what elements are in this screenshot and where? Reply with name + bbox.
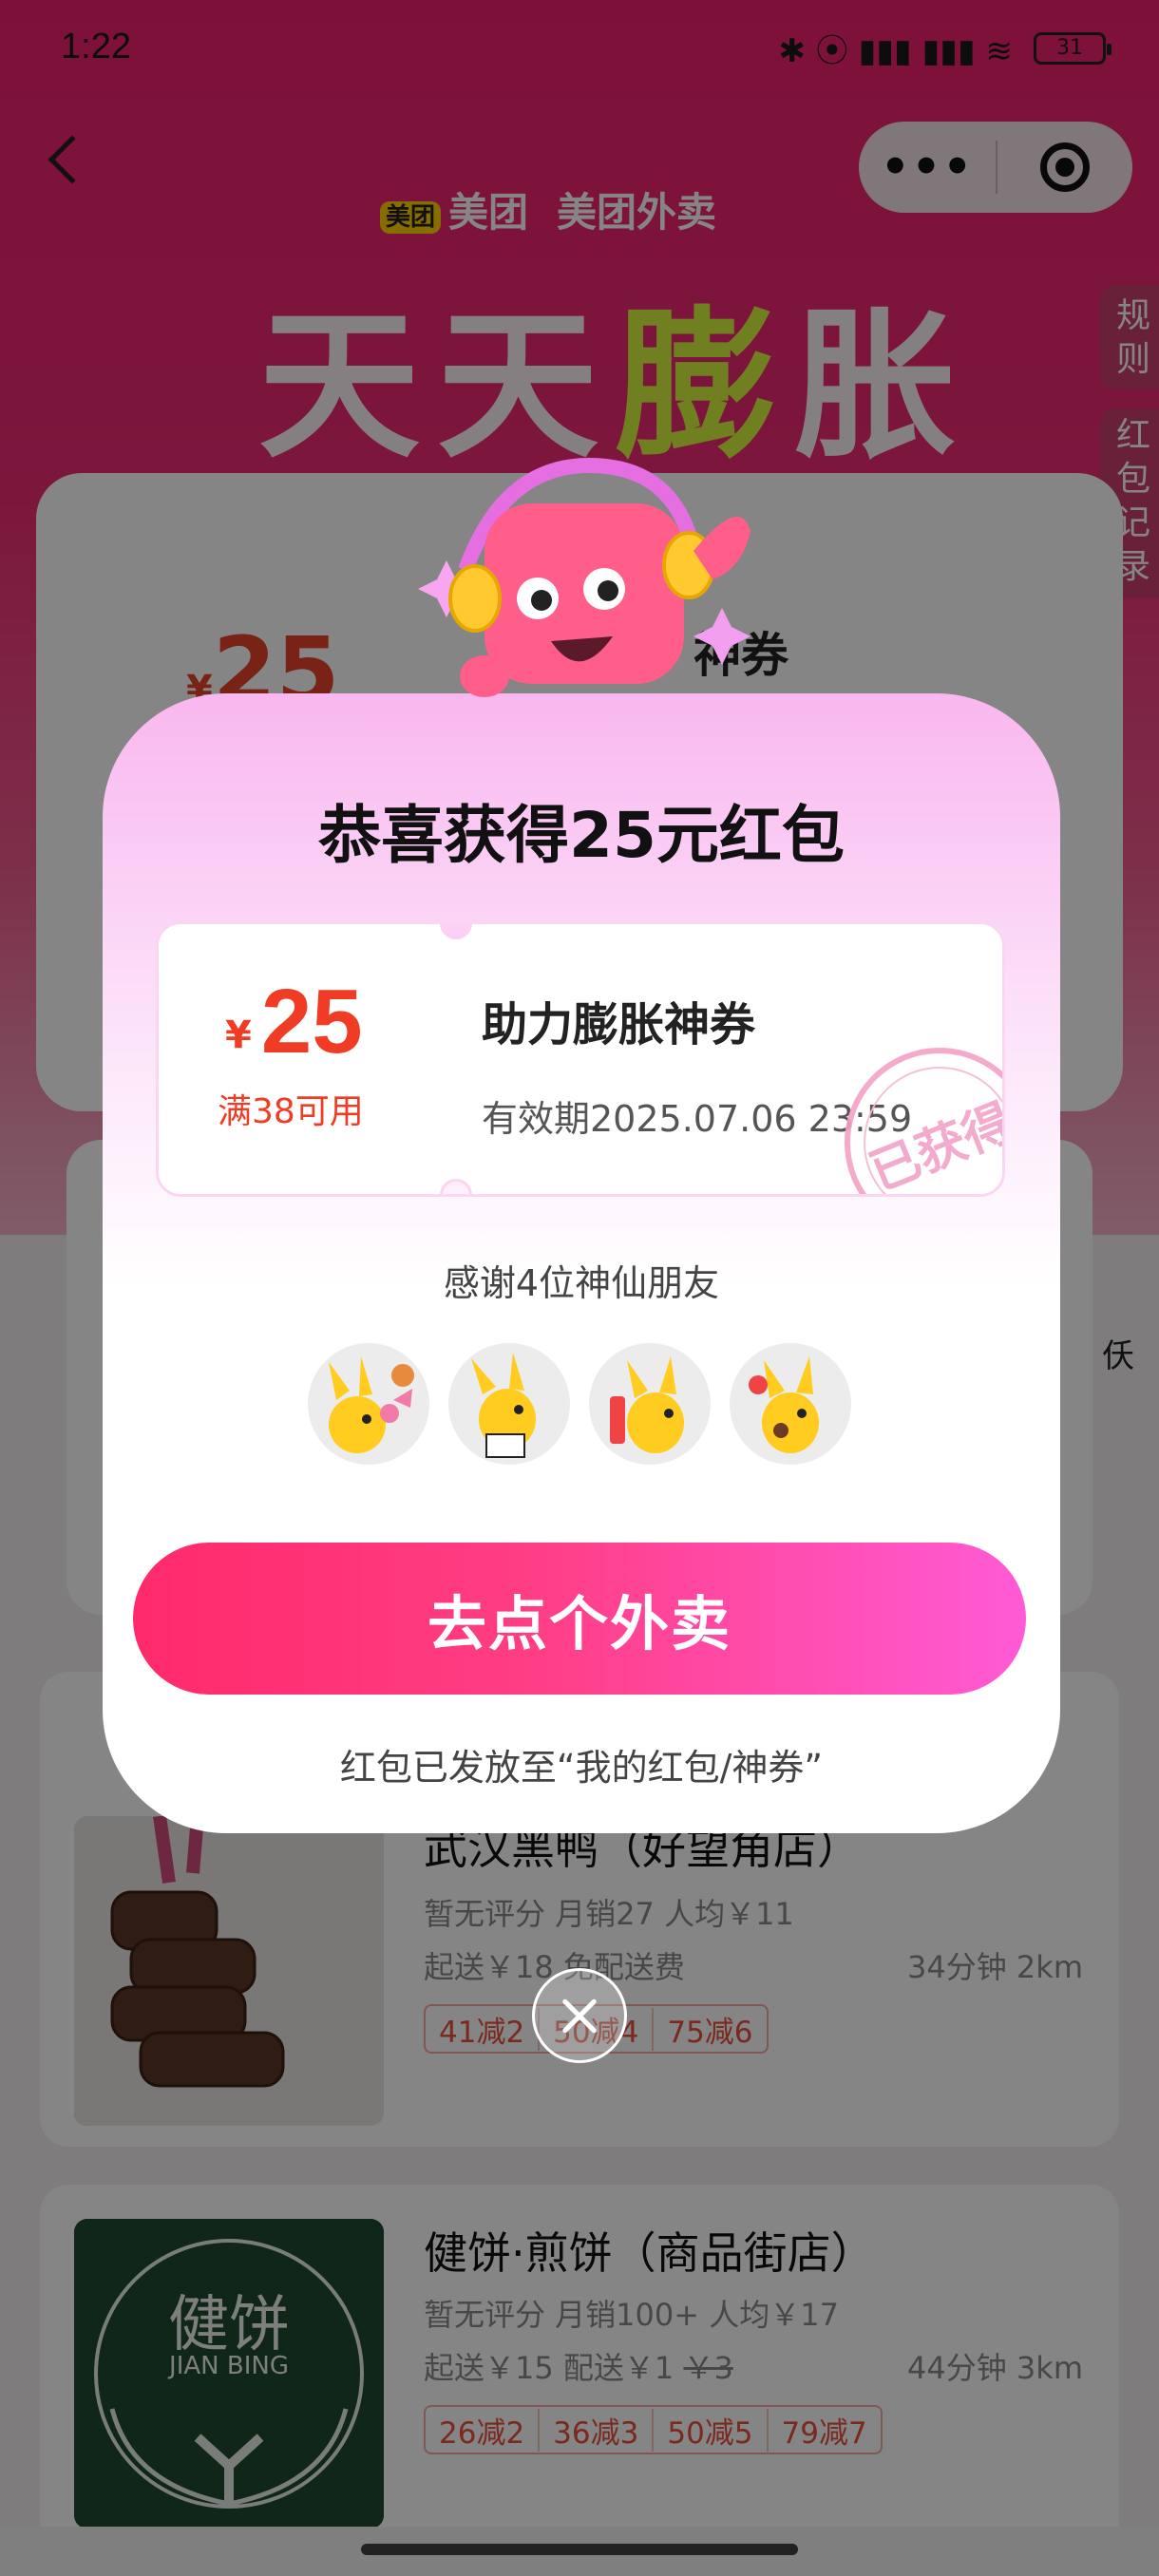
order-takeout-button[interactable]: 去点个外卖: [133, 1543, 1026, 1695]
popup-note: 红包已发放至“我的红包/神券”: [339, 1747, 824, 1789]
popup-title: 恭喜获得25元红包: [318, 799, 845, 872]
coupon-condition: 满38可用: [218, 1092, 364, 1131]
friend-avatar: [589, 1343, 711, 1465]
coupon-name: 助力膨胀神券: [482, 998, 756, 1051]
friend-avatar: [308, 1343, 429, 1465]
close-popup-button[interactable]: [532, 1968, 627, 2063]
friend-avatars: [308, 1343, 851, 1465]
coupon-notch: [440, 924, 472, 939]
coupon-card: ¥25 满38可用 助力膨胀神券 有效期2025.07.06 23:59 已获得: [156, 921, 1005, 1197]
mascot-icon: [418, 457, 750, 697]
thanks-text: 感谢4位神仙朋友: [443, 1262, 720, 1304]
home-indicator[interactable]: [361, 2544, 798, 2555]
friend-avatar: [448, 1343, 570, 1465]
friend-avatar: [730, 1343, 851, 1465]
coupon-notch: [440, 1179, 472, 1194]
coupon-amount: ¥25: [225, 971, 363, 1072]
